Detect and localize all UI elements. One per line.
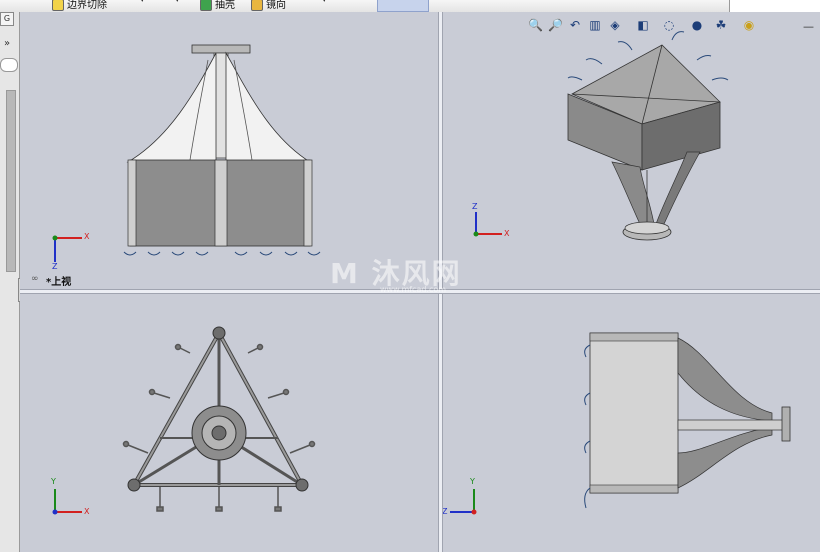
axis-x-label: X [84, 507, 90, 516]
mirror-button[interactable]: 镜向 [251, 0, 286, 11]
axis-x-label: X [84, 232, 90, 241]
scene-icon[interactable]: ☘ [714, 18, 728, 32]
panel-tab-button[interactable]: G [0, 12, 14, 26]
axis-y-label: Y [470, 477, 475, 486]
zoom-area-icon[interactable]: 🔎 [548, 18, 563, 32]
axis-triad [473, 212, 502, 237]
chevron-down-icon[interactable]: ▾ [322, 0, 327, 5]
hide-show-icon[interactable]: ◌ [662, 18, 676, 32]
appearance-icon[interactable]: ● [690, 18, 704, 32]
toolbar-active-tab[interactable] [377, 0, 429, 12]
boundary-cut-icon [52, 0, 64, 11]
axis-z-label: Z [472, 202, 478, 211]
chevron-down-icon[interactable]: ▾ [140, 0, 145, 5]
watermark-url: www.mfcad.com [380, 285, 447, 294]
display-style-icon[interactable]: ◧ [636, 18, 650, 32]
right-view-model [450, 332, 791, 515]
panel-scrollbar[interactable] [6, 90, 16, 272]
axis-triad [52, 489, 82, 515]
shell-button[interactable]: 抽壳 [200, 0, 235, 11]
section-view-icon[interactable]: ▥ [588, 18, 602, 32]
isometric-model [473, 31, 729, 241]
view-orientation-icon[interactable]: ◈ [608, 18, 622, 32]
viewport-top-view[interactable]: X Z ∞ *上视 [20, 12, 438, 289]
view-label-top: *上视 [46, 277, 72, 288]
axis-triad [450, 489, 477, 515]
top-view-model [52, 44, 321, 262]
expand-panel-icon[interactable]: » [4, 38, 10, 49]
viewport-right-view[interactable]: Z Y [442, 293, 820, 552]
link-view-icon[interactable]: ∞ [31, 274, 39, 284]
axis-z-label: Z [52, 262, 58, 271]
axis-x-label: X [504, 229, 510, 238]
minimize-icon[interactable]: — [803, 20, 814, 33]
previous-view-icon[interactable]: ↶ [568, 18, 582, 32]
viewport-isometric[interactable]: X Z [442, 12, 820, 289]
axis-triad [52, 235, 82, 262]
view-settings-icon[interactable]: ◉ [742, 18, 756, 32]
mirror-icon [251, 0, 263, 11]
boundary-cut-button[interactable]: 边界切除 [52, 0, 107, 11]
zoom-fit-icon[interactable]: 🔍 [528, 18, 543, 32]
panel-filter-input[interactable] [0, 58, 18, 72]
viewport-front-view[interactable]: X Y [20, 293, 438, 552]
feature-manager-panel: G » [0, 12, 20, 552]
chevron-down-icon[interactable]: ▾ [175, 0, 180, 5]
toolbar-search-area[interactable] [729, 0, 820, 12]
shell-icon [200, 0, 212, 11]
front-view-model [52, 326, 316, 515]
axis-y-label: Y [51, 477, 56, 486]
